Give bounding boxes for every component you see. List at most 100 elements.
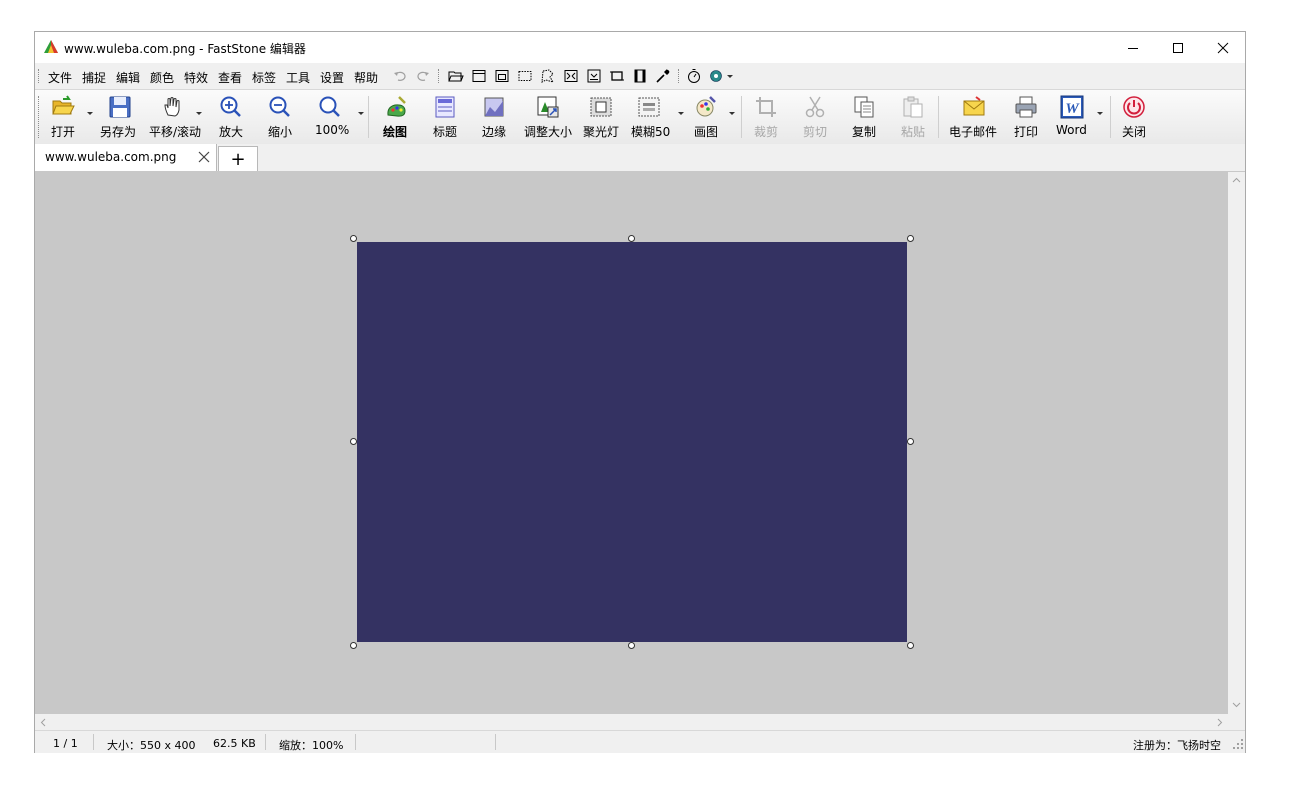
- maximize-button[interactable]: [1155, 32, 1201, 63]
- resize-handle-right[interactable]: [907, 438, 914, 445]
- menu-edit[interactable]: 编辑: [116, 69, 140, 86]
- zoom-100-icon: [319, 96, 340, 117]
- paste-label: 粘贴: [901, 125, 926, 139]
- menu-tags[interactable]: 标签: [252, 69, 276, 86]
- open-dropdown-arrow[interactable]: [87, 112, 93, 115]
- tab-image[interactable]: www.wuleba.com.png: [35, 144, 217, 171]
- email-button[interactable]: 电子邮件: [949, 90, 999, 144]
- zoom-dropdown-arrow[interactable]: [358, 112, 364, 115]
- status-zoom: 缩放：100%: [279, 739, 344, 752]
- menu-help[interactable]: 帮助: [354, 69, 378, 86]
- editor-window: www.wuleba.com.png - FastStone 编辑器 文件 捕捉…: [34, 31, 1246, 753]
- settings-gear-icon[interactable]: [708, 68, 724, 84]
- menu-capture[interactable]: 捕捉: [82, 69, 106, 86]
- settings-dropdown-arrow[interactable]: [727, 75, 733, 78]
- pan-dropdown-arrow[interactable]: [196, 112, 202, 115]
- zoom-out-button[interactable]: 缩小: [268, 90, 298, 144]
- draw-button[interactable]: 绘图: [383, 90, 413, 144]
- zoom-100-label: 100%: [315, 123, 350, 137]
- cut-label: 剪切: [803, 125, 828, 139]
- scroll-capture-icon[interactable]: [586, 68, 602, 84]
- resize-handle-bottom-left[interactable]: [350, 642, 357, 649]
- scroll-up-icon[interactable]: [1232, 176, 1241, 185]
- tab-close-icon[interactable]: [197, 150, 211, 164]
- menu-effects[interactable]: 特效: [184, 69, 208, 86]
- fullscreen-capture-icon[interactable]: [563, 68, 579, 84]
- resize-handle-bottom-right[interactable]: [907, 642, 914, 649]
- zoom-in-button[interactable]: 放大: [219, 90, 249, 144]
- resize-handle-top-right[interactable]: [907, 235, 914, 242]
- toolbar-grip[interactable]: [38, 96, 41, 138]
- save-as-button[interactable]: 另存为: [100, 90, 140, 144]
- edge-button[interactable]: 边缘: [482, 90, 512, 144]
- minimize-button[interactable]: [1110, 32, 1156, 63]
- image-canvas[interactable]: [35, 172, 1228, 714]
- word-button[interactable]: W Word: [1056, 90, 1106, 144]
- caption-button[interactable]: 标题: [433, 90, 463, 144]
- window-capture-icon[interactable]: [471, 68, 487, 84]
- timer-icon[interactable]: [686, 68, 702, 84]
- edited-image[interactable]: [357, 242, 907, 642]
- cut-button[interactable]: 剪切: [803, 90, 833, 144]
- paste-button[interactable]: 粘贴: [901, 90, 931, 144]
- vertical-scrollbar[interactable]: [1228, 172, 1245, 714]
- scroll-down-icon[interactable]: [1232, 700, 1241, 709]
- menu-settings[interactable]: 设置: [320, 69, 344, 86]
- toolbar-separator: [938, 96, 939, 138]
- resize-icon: [537, 96, 559, 118]
- scrollbar-corner: [1228, 714, 1245, 730]
- word-dropdown-arrow[interactable]: [1097, 112, 1103, 115]
- resize-grip-icon[interactable]: [1233, 739, 1244, 750]
- rect-capture-icon[interactable]: [517, 68, 533, 84]
- redo-icon[interactable]: [415, 68, 431, 84]
- paint-label: 画图: [694, 125, 719, 139]
- open-button[interactable]: 打开: [49, 90, 99, 144]
- scroll-right-icon[interactable]: [1215, 718, 1224, 727]
- open-folder-icon[interactable]: [448, 68, 464, 84]
- zoom-in-icon: [220, 96, 241, 117]
- close-window-button[interactable]: [1200, 32, 1246, 63]
- spotlight-button[interactable]: 聚光灯: [583, 90, 623, 144]
- paint-dropdown-arrow[interactable]: [729, 112, 735, 115]
- menu-file[interactable]: 文件: [48, 69, 72, 86]
- toolbar-separator: [1110, 96, 1111, 138]
- resize-handle-top-left[interactable]: [350, 235, 357, 242]
- copy-button[interactable]: 复制: [852, 90, 882, 144]
- pan-scroll-button[interactable]: 平移/滚动: [149, 90, 209, 144]
- zoom-in-label: 放大: [219, 125, 244, 139]
- menu-tools[interactable]: 工具: [286, 69, 310, 86]
- tab-title: www.wuleba.com.png: [45, 150, 177, 164]
- resize-handle-bottom[interactable]: [628, 642, 635, 649]
- freehand-capture-icon[interactable]: [540, 68, 556, 84]
- scroll-left-icon[interactable]: [39, 718, 48, 727]
- save-as-label: 另存为: [100, 125, 137, 139]
- copy-label: 复制: [852, 125, 877, 139]
- resize-handle-top[interactable]: [628, 235, 635, 242]
- print-button[interactable]: 打印: [1014, 90, 1044, 144]
- menu-color[interactable]: 颜色: [150, 69, 174, 86]
- object-capture-icon[interactable]: [494, 68, 510, 84]
- close-image-button[interactable]: 关闭: [1122, 90, 1152, 144]
- crop-button[interactable]: 裁剪: [754, 90, 784, 144]
- zoom-out-label: 缩小: [268, 125, 293, 139]
- blur-dropdown-arrow[interactable]: [678, 112, 684, 115]
- menu-view[interactable]: 查看: [218, 69, 242, 86]
- color-picker-icon[interactable]: [655, 68, 671, 84]
- tab-bar: www.wuleba.com.png +: [35, 144, 1245, 172]
- add-tab-button[interactable]: +: [218, 146, 258, 171]
- zoom-100-button[interactable]: 100%: [313, 90, 364, 144]
- video-capture-icon[interactable]: [632, 68, 648, 84]
- horizontal-scrollbar[interactable]: [35, 714, 1228, 730]
- quick-tools-separator: [438, 69, 441, 83]
- resize-handle-left[interactable]: [350, 438, 357, 445]
- undo-icon[interactable]: [392, 68, 408, 84]
- printer-icon: [1015, 96, 1037, 118]
- paint-button[interactable]: 画图: [694, 90, 735, 144]
- menu-grip[interactable]: [38, 69, 41, 83]
- fixed-region-icon[interactable]: [609, 68, 625, 84]
- pan-scroll-label: 平移/滚动: [149, 125, 202, 139]
- resize-button[interactable]: 调整大小: [524, 90, 576, 144]
- menu-bar: 文件 捕捉 编辑 颜色 特效 查看 标签 工具 设置 帮助: [35, 63, 1245, 89]
- blur-button[interactable]: 模糊50: [631, 90, 684, 144]
- app-logo-icon: [44, 40, 58, 53]
